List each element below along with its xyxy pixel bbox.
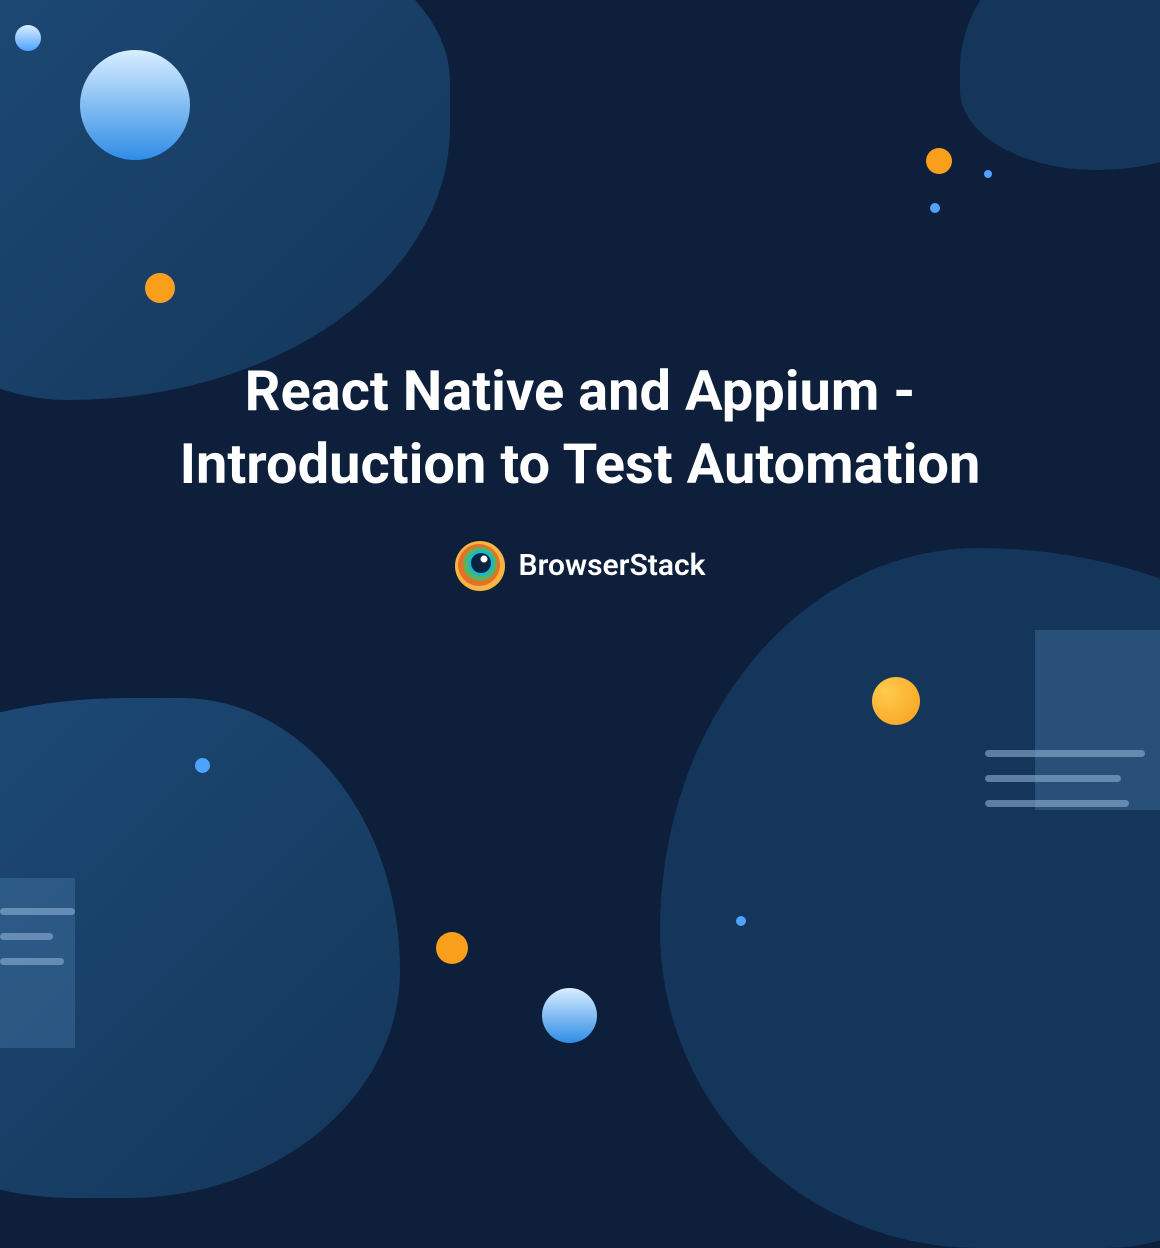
brand-name: BrowserStack bbox=[519, 548, 706, 583]
decorative-lines bbox=[985, 750, 1145, 825]
brand-lockup: BrowserStack bbox=[0, 541, 1160, 591]
decorative-lines bbox=[0, 908, 75, 983]
decorative-circle bbox=[542, 988, 597, 1043]
decorative-circle bbox=[926, 148, 952, 174]
main-content: React Native and Appium - Introduction t… bbox=[0, 355, 1160, 591]
decorative-dot bbox=[195, 758, 210, 773]
page-title: React Native and Appium - Introduction t… bbox=[0, 355, 1160, 501]
decorative-circle bbox=[15, 25, 41, 51]
decorative-circle bbox=[872, 677, 920, 725]
decorative-circle bbox=[145, 273, 175, 303]
decorative-dot bbox=[930, 203, 940, 213]
decorative-circle bbox=[436, 932, 468, 964]
browserstack-logo-icon bbox=[455, 541, 505, 591]
decorative-dot bbox=[984, 170, 992, 178]
decorative-dot bbox=[736, 916, 746, 926]
background-blob bbox=[0, 0, 450, 400]
background-blob bbox=[960, 0, 1160, 170]
decorative-circle bbox=[80, 50, 190, 160]
